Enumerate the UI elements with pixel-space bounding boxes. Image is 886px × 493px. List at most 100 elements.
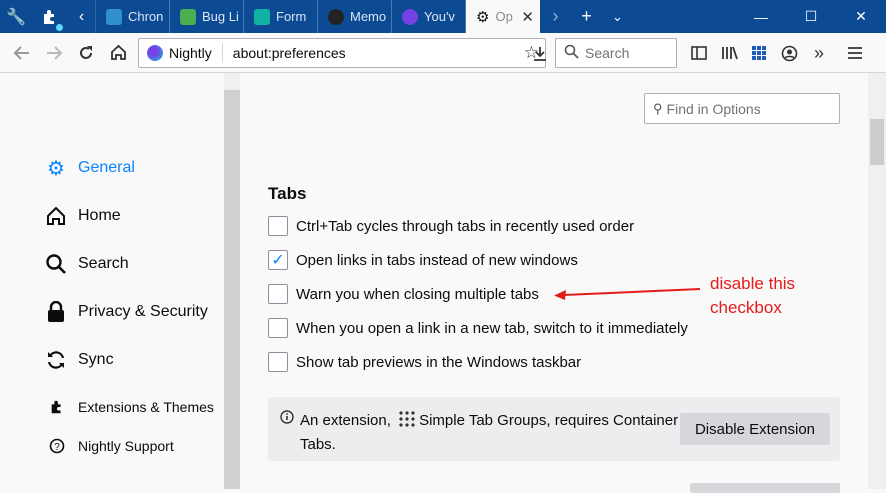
tab-active[interactable]: ⚙ Op ✕	[466, 0, 540, 33]
sidebar-toggle-icon[interactable]	[684, 37, 714, 69]
home-icon	[44, 204, 68, 228]
tab-groups-icon	[398, 410, 417, 428]
maximize-button[interactable]: ☐	[786, 0, 836, 33]
extension-notice-prefix: An extension,	[300, 412, 391, 429]
back-button[interactable]	[6, 37, 38, 69]
option-label: Warn you when closing multiple tabs	[296, 285, 539, 303]
sidebar-scrollbar[interactable]	[224, 90, 240, 489]
reload-button[interactable]	[70, 37, 102, 69]
sidebar-item-general[interactable]: ⚙ General	[44, 156, 135, 180]
svg-text:?: ?	[54, 442, 60, 453]
list-all-tabs-button[interactable]: ⌄	[602, 0, 633, 33]
annotation-text: disable this checkbox	[710, 274, 796, 317]
page-scrollbar[interactable]	[868, 73, 886, 489]
tab-label: Op	[495, 9, 513, 24]
save-to-pocket-button[interactable]	[524, 38, 556, 70]
tab[interactable]: You'v	[392, 0, 466, 33]
option-label: Open links in tabs instead of new window…	[296, 251, 578, 269]
nightly-icon	[147, 45, 163, 61]
sidebar-item-search[interactable]: Search	[44, 252, 129, 276]
scrollbar-thumb[interactable]	[870, 119, 884, 165]
search-icon	[44, 252, 68, 276]
forward-button[interactable]	[38, 37, 70, 69]
sidebar-item-label: Privacy & Security	[78, 303, 208, 320]
tab-groups-extension-icon[interactable]	[744, 37, 774, 69]
info-icon	[280, 410, 294, 427]
tab-label: Form	[276, 9, 307, 24]
section-title-tabs: Tabs	[268, 184, 307, 203]
navigation-toolbar: Nightly about:preferences ☆ Search »	[0, 33, 886, 73]
extension-notice-text: An extension, Simple Tab Groups, require…	[300, 409, 680, 457]
option-ctrl-tab[interactable]: Ctrl+Tab cycles through tabs in recently…	[268, 216, 634, 236]
checkbox[interactable]	[268, 216, 288, 236]
overflow-chevron-icon[interactable]: »	[804, 37, 834, 69]
search-placeholder: Search	[585, 45, 630, 61]
gear-icon: ⚙	[47, 157, 65, 180]
tab[interactable]: Memo	[318, 0, 392, 33]
help-icon: ?	[48, 434, 66, 458]
library-icon[interactable]	[714, 37, 744, 69]
sidebar-item-label: Nightly Support	[78, 438, 174, 454]
url-input[interactable]: about:preferences	[223, 45, 346, 61]
tab[interactable]: Bug Li	[170, 0, 244, 33]
option-tab-previews[interactable]: Show tab previews in the Windows taskbar	[268, 352, 581, 372]
checkbox-checked[interactable]: ✓	[268, 250, 288, 270]
search-icon	[564, 44, 579, 63]
gear-icon: ⚙	[476, 8, 490, 26]
sidebar-item-label: Extensions & Themes	[78, 399, 214, 415]
tab-favicon	[106, 8, 122, 25]
tab-favicon	[254, 8, 270, 25]
minimize-button[interactable]: —	[736, 0, 786, 33]
preferences-sidebar	[0, 73, 240, 489]
new-tab-button[interactable]: +	[571, 0, 602, 33]
tab-label: You'v	[424, 9, 455, 24]
option-label: Ctrl+Tab cycles through tabs in recently…	[296, 217, 635, 235]
checkbox[interactable]	[268, 352, 288, 372]
account-icon[interactable]	[774, 37, 804, 69]
option-warn-closing-tabs[interactable]: Warn you when closing multiple tabs	[268, 284, 539, 304]
tab-label: Chron	[128, 9, 164, 24]
sync-icon	[44, 348, 68, 372]
sidebar-item-label: Home	[78, 207, 121, 224]
checkbox[interactable]	[268, 284, 288, 304]
sidebar-item-label: General	[78, 159, 135, 176]
lock-icon	[44, 300, 68, 324]
scroll-tabs-left-button[interactable]: ‹	[68, 0, 96, 33]
identity-label: Nightly	[169, 43, 223, 63]
scroll-tabs-right-button[interactable]: ›	[540, 0, 571, 33]
sidebar-item-extensions[interactable]: Extensions & Themes	[48, 395, 214, 419]
sidebar-item-home[interactable]: Home	[44, 204, 121, 228]
option-switch-to-new-tab[interactable]: When you open a link in a new tab, switc…	[268, 318, 688, 338]
puzzle-icon	[48, 395, 66, 419]
tab-bar: 🔧 ‹ Chron Bug Li Form Memo You'v ⚙ Op ✕ › …	[0, 0, 886, 33]
tab[interactable]: Form	[244, 0, 318, 33]
puzzle-icon[interactable]	[32, 0, 68, 33]
sidebar-item-label: Search	[78, 255, 129, 272]
tab[interactable]: Chron	[96, 0, 170, 33]
tab-label: Memo	[350, 9, 387, 24]
firefox-icon	[402, 8, 418, 25]
wrench-icon[interactable]: 🔧	[0, 0, 32, 33]
tab-label: Bug Li	[202, 9, 239, 24]
sidebar-item-privacy[interactable]: Privacy & Security	[44, 300, 208, 324]
sidebar-item-sync[interactable]: Sync	[44, 348, 114, 372]
sidebar-item-support[interactable]: ? Nightly Support	[48, 434, 174, 458]
option-open-links-in-tabs[interactable]: ✓ Open links in tabs instead of new wind…	[268, 250, 578, 270]
find-placeholder: Find in Options	[666, 100, 761, 117]
bug-icon	[180, 8, 196, 25]
find-in-options-input[interactable]: ⚲ Find in Options	[644, 93, 840, 124]
option-label: When you open a link in a new tab, switc…	[296, 319, 688, 337]
home-button[interactable]	[102, 37, 134, 69]
menu-hamburger-icon[interactable]	[840, 37, 870, 69]
partial-button	[690, 483, 840, 493]
github-icon	[328, 8, 344, 25]
close-window-button[interactable]: ✕	[836, 0, 886, 33]
sidebar-item-label: Sync	[78, 351, 114, 368]
checkbox[interactable]	[268, 318, 288, 338]
url-bar[interactable]: Nightly about:preferences ☆	[138, 38, 546, 68]
disable-extension-button[interactable]: Disable Extension	[680, 413, 830, 445]
search-bar[interactable]: Search	[555, 38, 677, 68]
option-label: Show tab previews in the Windows taskbar	[296, 353, 582, 371]
close-tab-icon[interactable]: ✕	[521, 8, 534, 26]
search-icon: ⚲	[653, 100, 663, 116]
